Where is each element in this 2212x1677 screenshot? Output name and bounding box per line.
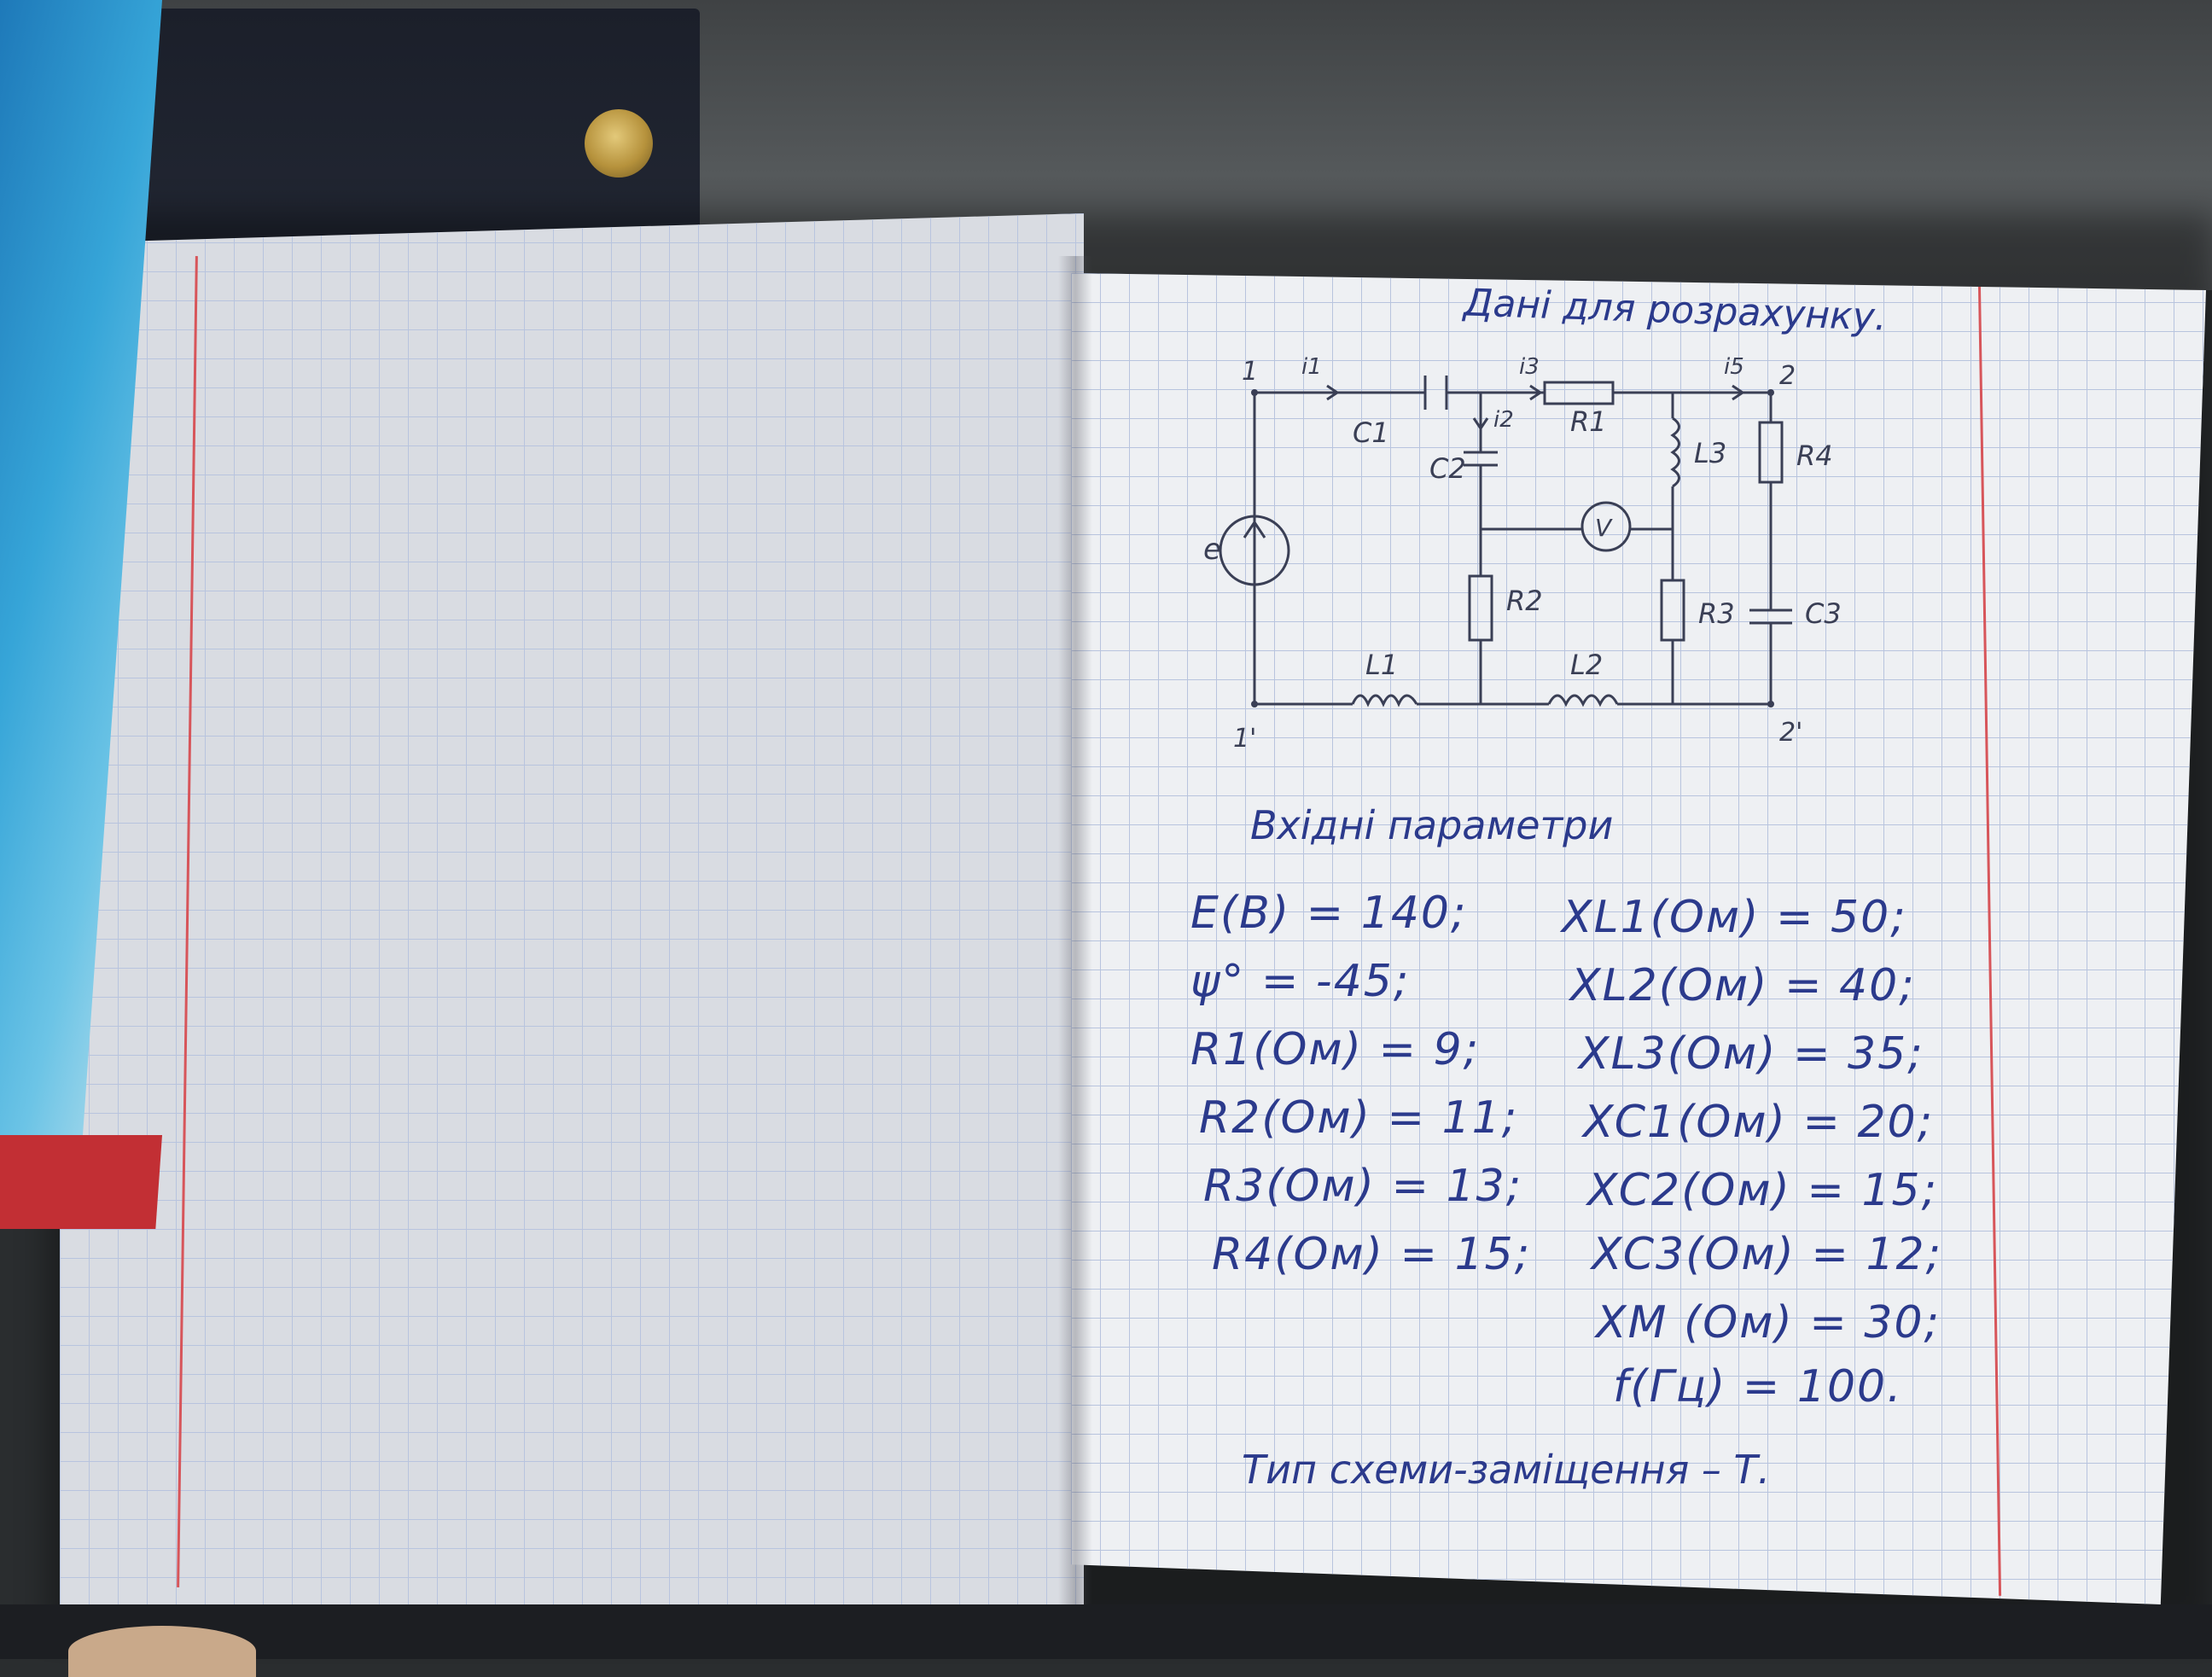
left-page-margin-line: [177, 256, 198, 1587]
param-r1: R1(Ом) = 9;: [1190, 1024, 1481, 1075]
label-node-2p: 2': [1779, 718, 1802, 748]
resistor-r3: [1660, 579, 1685, 642]
param-xm: XM (Ом) = 30;: [1596, 1297, 1941, 1348]
param-r3: R3(Ом) = 13;: [1203, 1161, 1523, 1212]
param-xc1: XC1(Ом) = 20;: [1583, 1097, 1935, 1148]
node-2-dot: [1767, 389, 1774, 396]
blue-book-red-edge: [0, 1135, 163, 1229]
param-f: f(Гц) = 100.: [1613, 1361, 1903, 1412]
param-xl1: XL1(Ом) = 50;: [1562, 892, 1907, 943]
table-edge: [0, 1604, 2212, 1659]
param-e: E(B) = 140;: [1190, 888, 1468, 939]
node-1-dot: [1251, 389, 1258, 396]
param-r2: R2(Ом) = 11;: [1199, 1092, 1519, 1144]
label-voltmeter: V: [1595, 514, 1613, 542]
label-r2: R2: [1506, 585, 1543, 617]
label-i1: i1: [1301, 354, 1322, 380]
inductor-l2: [1547, 694, 1619, 707]
label-r4: R4: [1796, 440, 1833, 472]
current-arrow-i1: [1314, 384, 1340, 401]
label-node-2: 2: [1779, 361, 1796, 391]
param-xl2: XL2(Ом) = 40;: [1570, 960, 1916, 1011]
current-arrow-i3: [1519, 384, 1543, 401]
scheme-type: Тип схеми-заміщення – Т.: [1242, 1447, 1771, 1493]
book-sticker: [585, 109, 653, 178]
label-node-1p: 1': [1233, 724, 1256, 754]
label-r3: R3: [1698, 597, 1735, 630]
label-l3: L3: [1694, 437, 1726, 469]
current-arrow-i5: [1720, 384, 1745, 401]
label-i3: i3: [1519, 354, 1540, 380]
node-1p-dot: [1251, 701, 1258, 707]
thumb: [68, 1626, 256, 1677]
label-r1: R1: [1570, 405, 1607, 438]
param-xc3: XC3(Ом) = 12;: [1592, 1229, 1943, 1280]
label-source: e: [1203, 533, 1221, 567]
notebook-left-page: [60, 213, 1084, 1622]
inputs-heading: Вхідні параметри: [1250, 802, 1614, 848]
resistor-r4: [1758, 421, 1784, 484]
param-xc2: XC2(Ом) = 15;: [1587, 1165, 1939, 1216]
label-l2: L2: [1570, 649, 1603, 681]
label-c2: C2: [1429, 452, 1466, 485]
node-2p-dot: [1767, 701, 1774, 707]
label-node-1: 1: [1242, 357, 1258, 387]
param-xl3: XL3(Ом) = 35;: [1579, 1028, 1924, 1080]
notebook-right-page: Дані для розрахунку. 1 1' 2 2' i1 i2 i3 …: [1071, 273, 2206, 1604]
label-c3: C3: [1805, 597, 1842, 630]
inductor-l1: [1351, 694, 1418, 707]
notebook-gutter: [1058, 256, 1092, 1622]
resistor-r1: [1543, 381, 1615, 405]
param-r4: R4(Ом) = 15;: [1212, 1229, 1532, 1280]
label-l1: L1: [1365, 649, 1398, 681]
resistor-r2: [1468, 574, 1493, 642]
label-i5: i5: [1724, 354, 1744, 380]
current-arrow-i2: [1472, 410, 1489, 431]
label-c1: C1: [1353, 416, 1389, 449]
param-psi: ψ° = -45;: [1190, 956, 1411, 1007]
inductor-l3: [1670, 416, 1680, 488]
label-i2: i2: [1493, 407, 1514, 433]
